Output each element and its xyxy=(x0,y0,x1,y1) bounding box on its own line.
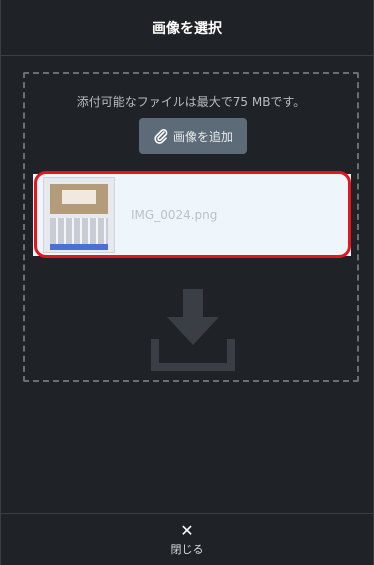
upload-dropzone[interactable]: 添付可能なファイルは最大で75 MBです。 画像を追加 IMG_0024.png xyxy=(23,72,359,382)
file-size-limit-text: 添付可能なファイルは最大で75 MBです。 xyxy=(76,95,306,109)
paperclip-icon xyxy=(153,128,169,144)
download-icon xyxy=(151,289,235,375)
file-name: IMG_0024.png xyxy=(131,208,218,222)
add-image-label: 画像を追加 xyxy=(172,129,233,144)
image-picker-dialog: 画像を選択 添付可能なファイルは最大で75 MBです。 画像を追加 IMG_00… xyxy=(0,0,374,565)
file-item[interactable]: IMG_0024.png xyxy=(33,174,351,256)
file-thumbnail xyxy=(43,177,115,253)
dialog-title: 画像を選択 xyxy=(152,20,222,37)
dialog-header: 画像を選択 xyxy=(1,0,373,56)
close-label: 閉じる xyxy=(170,542,204,556)
add-image-button[interactable]: 画像を追加 xyxy=(139,118,247,154)
close-icon: ✕ xyxy=(180,520,194,540)
close-button[interactable]: ✕ 閉じる xyxy=(1,513,373,565)
